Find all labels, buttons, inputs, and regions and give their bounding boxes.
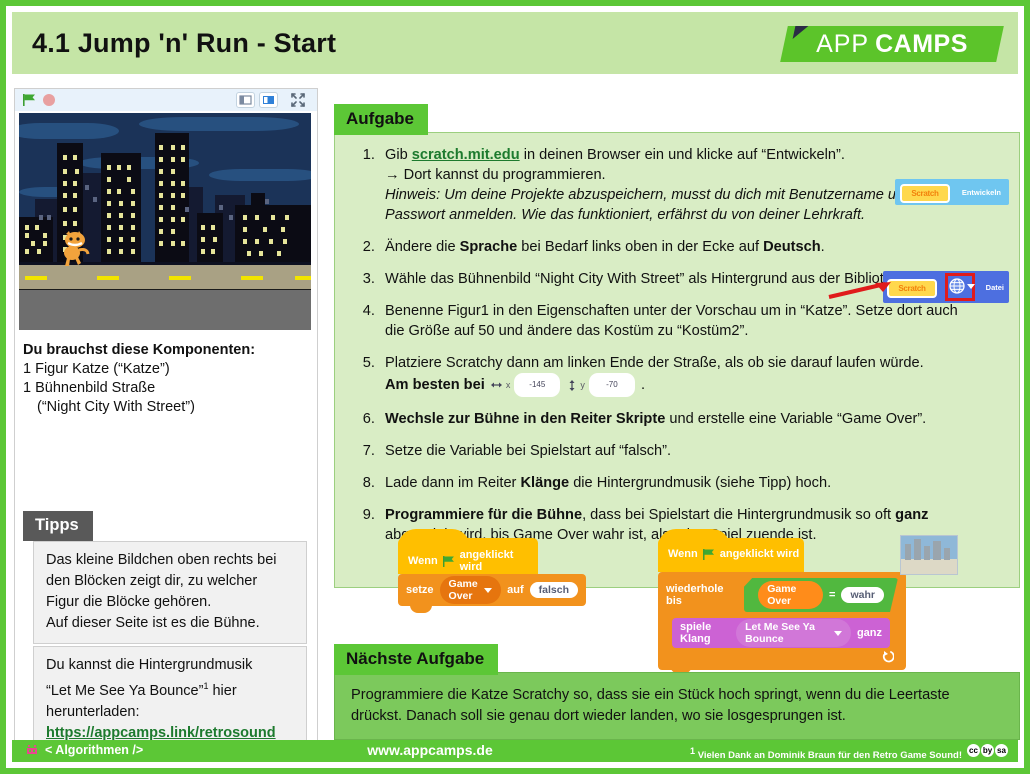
tip2-line-2: “Let Me See Ya Bounce”1 hier	[46, 676, 294, 702]
aufgabe-tab: Aufgabe	[334, 104, 428, 135]
naechste-line-1: Programmiere die Katze Scratchy so, dass…	[351, 687, 950, 703]
page-footer: < Algorithmen /> www.appcamps.de 1 Viele…	[12, 740, 1018, 762]
naechste-aufgabe-tab: Nächste Aufgabe	[334, 644, 499, 675]
sound-name: Let Me See Ya Bounce	[745, 621, 815, 645]
tip-box-2: Du kannst die Hintergrundmusik “Let Me S…	[33, 646, 307, 754]
retrosound-download-link[interactable]: https://appcamps.link/retrosound	[46, 725, 276, 741]
cloud	[139, 117, 299, 131]
appcamps-logo: APP CAMPS	[780, 26, 1004, 62]
stop-button-icon[interactable]	[43, 94, 55, 106]
script1-hat-pre: Wenn	[408, 555, 438, 567]
game-over-variable[interactable]: Game Over	[758, 581, 823, 609]
components-line-2: 1 Bühnenbild Straße	[23, 380, 156, 396]
chevron-down-icon	[833, 630, 842, 636]
sound-dropdown[interactable]: Let Me See Ya Bounce	[736, 619, 851, 647]
script-1: Wenn angeklickt wird setze Game Over auf…	[398, 529, 586, 613]
logo-triangle-icon	[792, 26, 809, 39]
components-list: Du brauchst diese Komponenten: 1 Figur K…	[23, 341, 309, 417]
condition-value-input[interactable]: wahr	[841, 587, 884, 603]
hat-dome	[398, 529, 470, 547]
auf-label: auf	[507, 584, 524, 596]
worksheet-page: 4.1 Jump 'n' Run - Start APP CAMPS Du br…	[0, 0, 1030, 774]
page-header: 4.1 Jump 'n' Run - Start APP CAMPS	[12, 12, 1018, 74]
script1-hat-block: Wenn angeklickt wird	[398, 529, 538, 574]
loop-arrow-icon	[882, 651, 894, 663]
cloud	[19, 123, 119, 139]
tip1-line-4: Auf dieser Seite ist es die Bühne.	[46, 615, 260, 631]
play-mode-label: ganz	[856, 627, 882, 639]
chevron-down-icon	[484, 587, 493, 593]
tip1-line-1: Das kleine Bildchen oben rechts bei	[46, 552, 277, 568]
small-stage-button[interactable]	[236, 92, 255, 108]
stage-thumbnail	[900, 535, 958, 575]
set-value-input[interactable]: falsch	[529, 582, 578, 598]
cc-sa-icon: sa	[995, 744, 1008, 757]
green-flag-icon	[702, 548, 714, 560]
repeat-until-label: wiederhole bis	[666, 583, 724, 607]
green-flag-icon	[442, 555, 454, 567]
road	[19, 265, 311, 290]
sidewalk	[19, 290, 311, 330]
building	[235, 205, 311, 265]
logo-app-word: APP	[816, 29, 870, 58]
variable-dropdown[interactable]: Game Over	[439, 576, 502, 604]
tip2-line-3: herunterladen:	[46, 703, 140, 720]
tip2-sound-title: “Let Me See Ya Bounce”	[46, 682, 204, 699]
components-heading: Du brauchst diese Komponenten:	[23, 342, 256, 358]
page-title: 4.1 Jump 'n' Run - Start	[32, 28, 337, 58]
naechste-line-2: drückst. Danach soll sie genau dort wied…	[351, 708, 846, 724]
creative-commons-badge: cc by sa	[967, 744, 1008, 757]
equals-operator-block: Game Over = wahr	[744, 578, 898, 612]
stage-toolbar	[15, 89, 317, 111]
footer-credit-text: Vielen Dank an Dominik Braun für den Ret…	[695, 750, 962, 762]
script1-hat-post: angeklickt wird	[459, 549, 514, 573]
right-panel: Aufgabe Gib scratch.mit.edu in deinen Br…	[328, 88, 1028, 756]
tip-box-1: Das kleine Bildchen oben rechts bei den …	[33, 541, 307, 644]
left-panel: Du brauchst diese Komponenten: 1 Figur K…	[14, 88, 318, 756]
script-2: Wenn angeklickt wird wiederhole bis Game…	[658, 529, 906, 674]
tip2-line2-tail: hier	[208, 682, 237, 699]
components-line-1: 1 Figur Katze (“Katze”)	[23, 361, 170, 377]
scratch-cat-sprite	[64, 231, 90, 266]
cloud	[209, 169, 311, 181]
logo-camps-word: CAMPS	[875, 29, 968, 58]
script2-hat-pre: Wenn	[668, 548, 698, 560]
tip1-line-3: Figur die Blöcke gehören.	[46, 594, 212, 610]
script1-set-variable-block: setze Game Over auf falsch	[398, 574, 586, 613]
tipps-tab: Tipps	[23, 511, 93, 541]
play-sound-block: spiele Klang Let Me See Ya Bounce ganz	[672, 618, 890, 648]
script2-hat-block: Wenn angeklickt wird	[658, 529, 804, 572]
cc-by-icon: by	[981, 744, 994, 757]
play-sound-label: spiele Klang	[680, 621, 712, 645]
repeat-until-block: wiederhole bis Game Over = wahr spiele K…	[658, 572, 906, 674]
script2-hat-post: angeklickt wird	[719, 548, 800, 560]
green-flag-icon[interactable]	[23, 94, 36, 106]
variable-name: Game Over	[448, 578, 478, 602]
large-stage-button[interactable]	[259, 92, 278, 108]
fullscreen-icon[interactable]	[291, 93, 305, 107]
scratch-stage-preview	[19, 113, 311, 330]
footer-credit: 1 Vielen Dank an Dominik Braun für den R…	[690, 746, 962, 761]
logo-text: APP CAMPS	[784, 26, 1000, 62]
naechste-aufgabe-box: Programmiere die Katze Scratchy so, dass…	[334, 672, 1020, 740]
components-line-3: (“Night City With Street”)	[37, 399, 195, 415]
cc-icon: cc	[967, 744, 980, 757]
tip1-line-2: den Blöcken zeigt dir, zu welcher	[46, 573, 258, 589]
equals-sign: =	[829, 589, 836, 601]
set-label: setze	[406, 584, 434, 596]
tip2-line-1: Du kannst die Hintergrundmusik	[46, 657, 253, 673]
